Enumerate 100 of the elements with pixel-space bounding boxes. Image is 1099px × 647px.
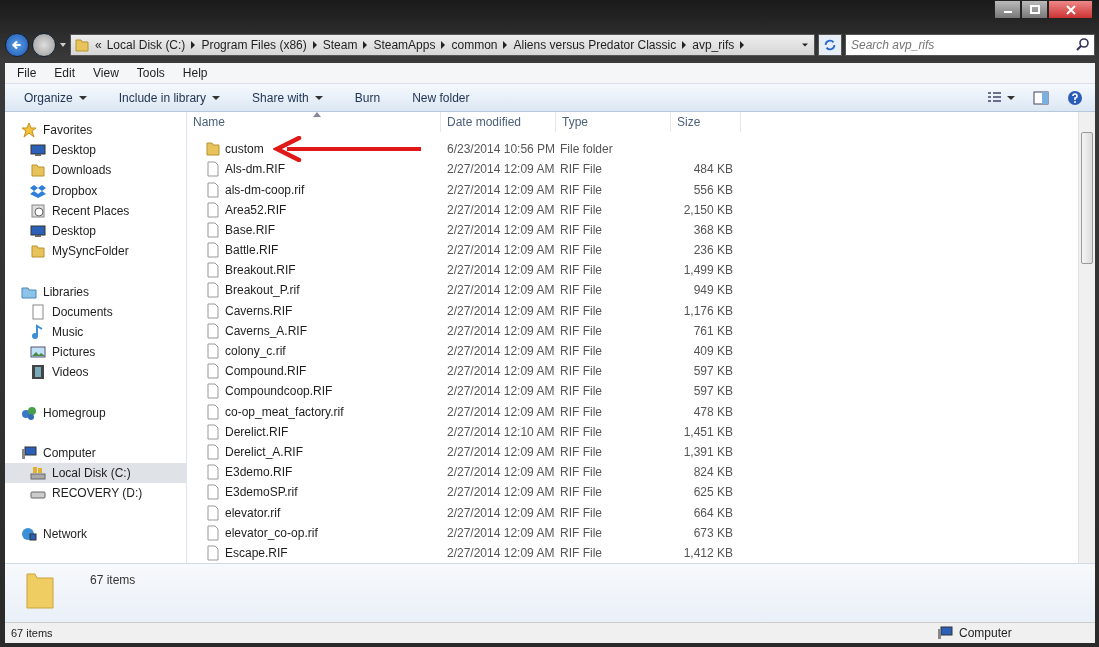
column-header[interactable]: Type	[556, 112, 671, 133]
file-name[interactable]: als-dm-coop.rif	[225, 182, 305, 197]
menu-item[interactable]: View	[93, 66, 119, 80]
search-field[interactable]: Search avp_rifs	[845, 34, 1095, 56]
minimize-button[interactable]	[994, 0, 1021, 19]
column-header[interactable]: Size	[671, 112, 741, 133]
file-name[interactable]: colony_c.rif	[225, 344, 286, 359]
file-name[interactable]: Battle.RIF	[225, 243, 279, 258]
caret-icon	[78, 93, 87, 102]
nav-group-item[interactable]: Computer	[5, 443, 186, 464]
caret-icon[interactable]	[802, 41, 808, 49]
forward-button[interactable]	[32, 33, 56, 57]
file-name[interactable]: Escape.RIF	[225, 545, 288, 560]
file-name[interactable]: Derelict_A.RIF	[225, 444, 304, 459]
breadcrumb-segment[interactable]: Local Disk (C:)	[106, 38, 186, 52]
nav-item[interactable]: Pictures	[5, 342, 186, 363]
nav-item[interactable]: Downloads	[5, 160, 186, 181]
size-cell: 625 KB	[693, 485, 733, 500]
date-cell: 2/27/2014 12:09 AM	[447, 182, 555, 197]
menu-item[interactable]: Tools	[136, 66, 165, 80]
scrollbar[interactable]	[1078, 112, 1095, 563]
file-name[interactable]: Area52.RIF	[225, 202, 287, 217]
date-cell: 2/27/2014 12:09 AM	[447, 222, 555, 237]
refresh-button[interactable]	[818, 34, 842, 56]
nav-item[interactable]: Desktop	[5, 140, 186, 161]
file-name[interactable]: Caverns.RIF	[225, 303, 293, 318]
box-icon	[30, 182, 46, 199]
file-name[interactable]: Compoundcoop.RIF	[225, 384, 333, 399]
nav-label: Network	[43, 526, 87, 541]
arrow-icon[interactable]	[311, 41, 318, 49]
file-name[interactable]: Breakout.RIF	[225, 263, 296, 278]
nav-label: MySyncFolder	[52, 244, 129, 259]
breadcrumb-segment[interactable]: SteamApps	[373, 38, 436, 52]
overflow-chevron[interactable]: «	[95, 38, 102, 52]
nav-group-item[interactable]: Network	[5, 523, 186, 544]
nav-item[interactable]: Recent Places	[5, 200, 186, 221]
menu-item[interactable]: Edit	[54, 66, 76, 80]
nav-item[interactable]: Desktop	[5, 220, 186, 242]
nav-group-item[interactable]: Favorites	[5, 120, 186, 141]
toolbar-button[interactable]: Share with	[245, 87, 330, 108]
toolbar-button[interactable]: Organize	[17, 87, 94, 108]
nav-group-item[interactable]: Homegroup	[5, 402, 186, 423]
menu-item[interactable]: File	[17, 66, 37, 80]
size-cell: 1,391 KB	[683, 444, 733, 459]
nav-item[interactable]: RECOVERY (D:)	[5, 483, 186, 504]
menu-item[interactable]: Help	[182, 66, 208, 80]
file-name[interactable]: elevator_co-op.rif	[225, 525, 318, 540]
file-name[interactable]: Breakout_P.rif	[225, 283, 300, 298]
nav-item[interactable]: Documents	[5, 301, 186, 322]
breadcrumb-segment[interactable]: avp_rifs	[692, 38, 735, 52]
nav-item[interactable]: Videos	[5, 362, 186, 383]
column-header[interactable]: Date modified	[441, 112, 556, 133]
toolbar-button[interactable]: Burn	[347, 87, 388, 108]
breadcrumb-segment[interactable]: Aliens versus Predator Classic	[513, 38, 677, 52]
file-name[interactable]: E3demoSP.rif	[225, 485, 298, 500]
date-cell: 2/27/2014 12:09 AM	[447, 505, 555, 520]
column-header[interactable]: Name	[187, 112, 441, 133]
file-name[interactable]: elevator.rif	[225, 505, 281, 520]
file-name[interactable]: Caverns_A.RIF	[225, 323, 308, 338]
breadcrumb-segment[interactable]: Program Files (x86)	[201, 38, 307, 52]
nav-item[interactable]: Music	[5, 321, 186, 343]
type-cell: RIF File	[560, 344, 602, 359]
file-name[interactable]: E3demo.RIF	[225, 465, 293, 480]
nav-item[interactable]: Dropbox	[5, 180, 186, 201]
arrow-icon[interactable]	[190, 41, 197, 49]
maximize-button[interactable]	[1021, 0, 1048, 19]
arrow-icon[interactable]	[739, 41, 746, 49]
maximize-icon	[1029, 4, 1040, 15]
refresh-icon	[823, 38, 837, 52]
file-name[interactable]: co-op_meat_factory.rif	[225, 404, 344, 419]
file-name[interactable]: Compound.RIF	[225, 364, 307, 379]
help-icon[interactable]	[1067, 89, 1083, 106]
type-cell: File folder	[560, 142, 613, 157]
file-name[interactable]: Derelict.RIF	[225, 424, 289, 439]
nav-item[interactable]: Local Disk (C:)	[5, 463, 186, 484]
toolbar-button[interactable]: New folder	[405, 87, 477, 108]
nav-item[interactable]: MySyncFolder	[5, 241, 186, 262]
caret-icon[interactable]	[1007, 93, 1015, 102]
address-bar[interactable]: « Local Disk (C:) Program Files (x86) Steam SteamApps common Aliens versus Predator Classic avp_rifs	[70, 34, 815, 56]
caret-icon[interactable]	[59, 41, 67, 49]
file-name[interactable]: custom	[225, 142, 264, 157]
nav-label: Computer	[43, 446, 96, 461]
arrow-icon[interactable]	[440, 41, 447, 49]
arrow-icon[interactable]	[502, 41, 509, 49]
arrow-icon[interactable]	[362, 41, 369, 49]
arrow-icon[interactable]	[681, 41, 688, 49]
back-button[interactable]	[5, 33, 29, 57]
nav-group-item[interactable]: Libraries	[5, 281, 186, 302]
size-cell: 2,150 KB	[683, 202, 733, 217]
nav-label: Pictures	[52, 345, 96, 360]
file-name[interactable]: Base.RIF	[225, 222, 275, 237]
toolbar-button[interactable]: Include in library	[111, 87, 228, 108]
breadcrumb-segment[interactable]: common	[451, 38, 498, 52]
file-icon	[205, 504, 221, 521]
close-button[interactable]	[1048, 0, 1093, 19]
breadcrumb-segment[interactable]: Steam	[322, 38, 358, 52]
file-name[interactable]: Als-dm.RIF	[225, 162, 285, 177]
preview-pane-icon[interactable]	[1033, 89, 1049, 106]
size-cell: 409 KB	[693, 344, 733, 359]
nav-label: Music	[52, 324, 84, 339]
